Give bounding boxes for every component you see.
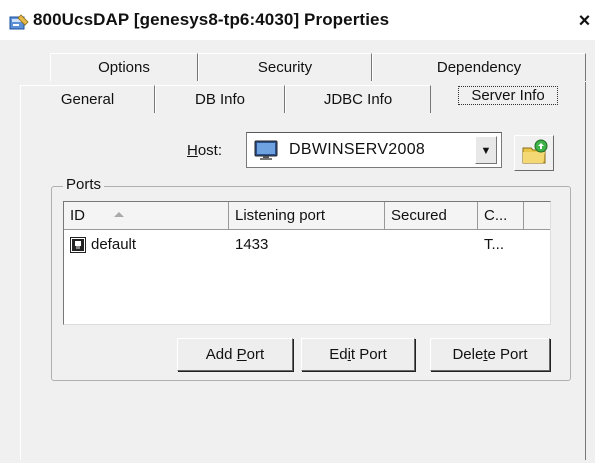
host-label-accel: H — [187, 142, 198, 159]
table-row[interactable]: default 1433 T... — [64, 232, 550, 258]
tab-label: Dependency — [436, 59, 522, 76]
tab-label: General — [60, 91, 115, 108]
tab-label: Security — [257, 59, 313, 76]
tab-label: DB Info — [194, 91, 246, 108]
port-icon — [70, 237, 86, 253]
button-label-pre: Add — [205, 346, 237, 363]
ports-listview[interactable]: ID Listening port Secured C... default 1… — [63, 201, 551, 325]
tab-dependency[interactable]: Dependency — [372, 53, 586, 81]
tab-security[interactable]: Security — [198, 53, 372, 81]
host-label-rest: ost: — [197, 142, 223, 159]
column-header-listening-port[interactable]: Listening port — [229, 202, 385, 230]
button-label-pre: Dele — [452, 346, 484, 363]
cell-id: default — [91, 236, 137, 253]
column-header-id[interactable]: ID — [64, 202, 229, 230]
chevron-down-icon[interactable]: ▼ — [475, 136, 497, 164]
title-bar[interactable]: 800UcsDAP [genesys8-tp6:4030] Properties… — [0, 0, 595, 40]
column-label: Listening port — [235, 207, 326, 224]
cell-listening-port: 1433 — [235, 236, 269, 253]
button-label-accel: P — [236, 346, 247, 363]
column-label: C... — [484, 207, 508, 224]
properties-icon — [9, 14, 29, 30]
host-value: DBWINSERV2008 — [289, 141, 426, 158]
close-button[interactable]: × — [574, 8, 595, 34]
tab-server-info[interactable]: Server Info — [431, 82, 586, 113]
button-label-pre: Ed — [329, 346, 348, 363]
tab-label: Server Info — [458, 86, 558, 105]
host-label: Host: — [187, 142, 222, 159]
button-label-post: t Port — [350, 346, 387, 363]
sort-ascending-icon — [114, 212, 124, 217]
tab-db-info[interactable]: DB Info — [155, 85, 285, 113]
tab-options[interactable]: Options — [50, 53, 198, 81]
column-label: ID — [70, 207, 85, 224]
tab-general[interactable]: General — [20, 85, 155, 113]
column-header-secured[interactable]: Secured — [385, 202, 478, 230]
window-title: 800UcsDAP [genesys8-tp6:4030] Properties — [33, 10, 390, 29]
tab-jdbc-info[interactable]: JDBC Info — [285, 85, 431, 113]
add-port-button[interactable]: Add Port — [177, 338, 293, 371]
monitor-icon — [254, 140, 278, 160]
properties-window: 800UcsDAP [genesys8-tp6:4030] Properties… — [0, 0, 595, 463]
edit-port-button[interactable]: Edit Port — [301, 338, 415, 371]
tab-label: JDBC Info — [323, 91, 393, 108]
button-label-post: e Port — [487, 346, 528, 363]
cell-c: T... — [484, 236, 505, 253]
ports-list-header: ID Listening port Secured C... — [64, 202, 550, 230]
tab-label: Options — [98, 59, 150, 76]
column-label: Secured — [391, 207, 447, 224]
button-label-post: ort — [246, 346, 265, 363]
folder-refresh-icon — [522, 139, 548, 164]
host-select[interactable]: DBWINSERV2008 ▼ — [246, 132, 502, 168]
column-header-c[interactable]: C... — [478, 202, 524, 230]
delete-port-button[interactable]: Delete Port — [430, 338, 550, 371]
folder-refresh-button[interactable] — [514, 135, 554, 171]
ports-legend: Ports — [63, 176, 105, 193]
